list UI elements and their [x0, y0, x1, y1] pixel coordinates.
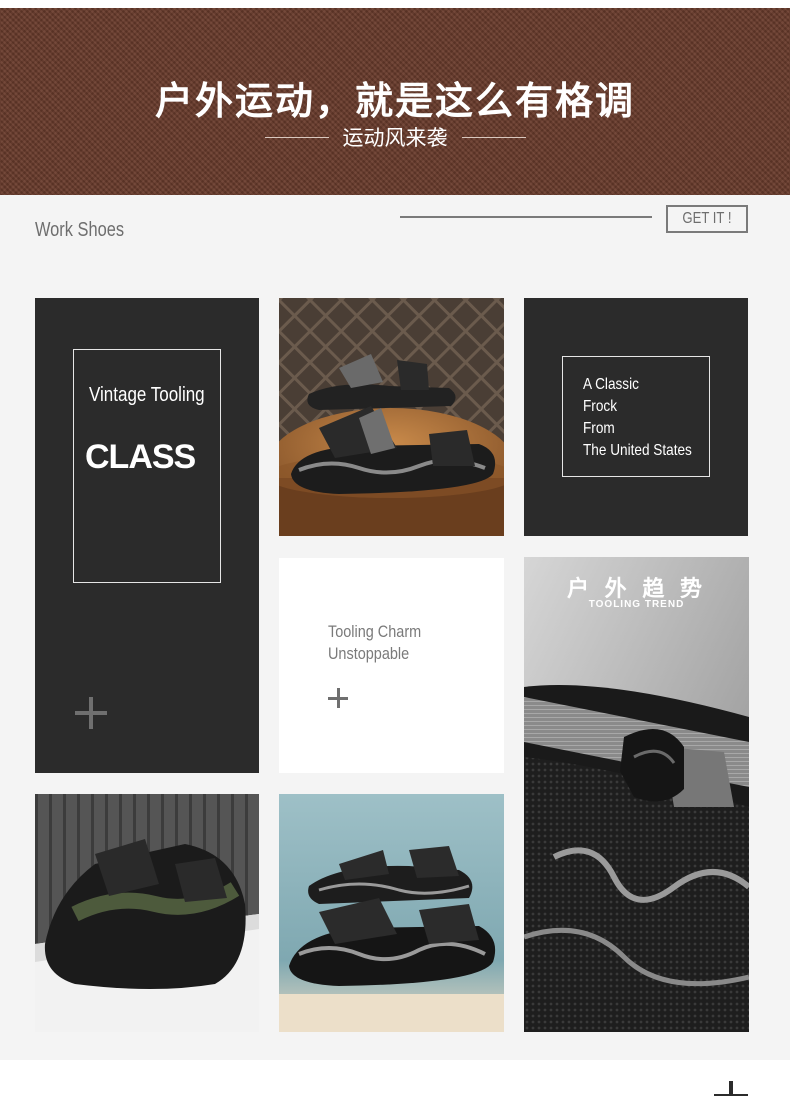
vintage-tooling-tile: Vintage Tooling CLASS: [35, 298, 259, 773]
charm-text-block: Tooling Charm Unstoppable: [328, 621, 421, 665]
class-text: CLASS: [85, 438, 196, 476]
banner-subtitle-row: 运动风来袭: [0, 124, 790, 150]
top-banner: 户外运动，就是这么有格调 运动风来袭: [0, 8, 790, 195]
banner-title: 户外运动，就是这么有格调: [154, 79, 635, 123]
charm-line-1: Tooling Charm: [328, 622, 422, 641]
plus-icon[interactable]: [714, 1081, 748, 1096]
get-it-label: GET IT !: [682, 210, 732, 227]
blue-sandals-image: [279, 794, 504, 1032]
vintage-tooling-text: Vintage Tooling: [89, 384, 205, 406]
photo-green-sandal[interactable]: [35, 794, 259, 1032]
photo-black-sandals-blue[interactable]: [279, 794, 504, 1032]
right-divider: [461, 136, 526, 138]
tooling-charm-tile: Tooling Charm Unstoppable: [279, 558, 504, 773]
photo-sandals-on-stool[interactable]: [279, 298, 504, 536]
classic-line-3: From: [583, 420, 615, 437]
banner-subtitle: 运动风来袭: [342, 126, 448, 150]
tooling-trend-tile[interactable]: 户 外 趋 势 TOOLING TREND: [524, 557, 749, 1032]
green-sandal-image: [35, 794, 259, 1032]
classic-line-1: A Classic: [583, 376, 639, 393]
classic-frock-tile: A Classic Frock From The United States: [524, 298, 748, 536]
plus-icon[interactable]: [75, 697, 107, 729]
charm-line-2: Unstoppable: [328, 644, 410, 663]
classic-line-4: The United States: [583, 442, 692, 459]
plus-icon[interactable]: [328, 688, 348, 708]
sandals-stool-image: [279, 298, 504, 536]
header-divider: [400, 216, 652, 218]
classic-text-block: A Classic Frock From The United States: [583, 374, 692, 462]
get-it-button[interactable]: GET IT !: [666, 205, 748, 233]
trend-subtitle: TOOLING TREND: [588, 599, 685, 610]
left-divider: [264, 136, 329, 138]
section-title: Work Shoes: [35, 219, 125, 241]
classic-line-2: Frock: [583, 398, 617, 415]
strap-closeup-image: [524, 557, 749, 1032]
